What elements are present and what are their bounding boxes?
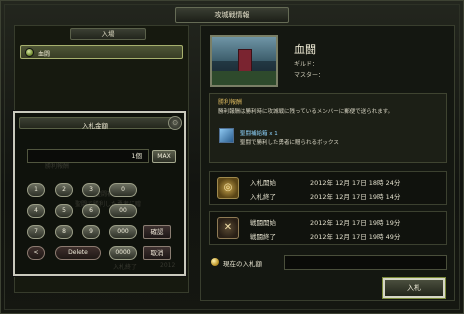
bid-amount-input[interactable]: 1個 [27, 149, 149, 163]
bid-start-label: 入札開始 [250, 179, 276, 187]
reward-item-desc: 聖闘で勝利した勇者に贈られるボックス [240, 140, 339, 146]
ghost-text: 入札終了 [113, 264, 138, 271]
entry-tab[interactable]: 入場 [70, 28, 146, 40]
gold-coin-icon [211, 258, 219, 266]
battle-schedule: ✕ 戦闘開始 2012年 12月 17日 19時 19分 戦闘終了 2012年 … [209, 211, 447, 245]
bid-dialog-header: 入札金額 ○ [19, 116, 182, 130]
reward-title: 勝利報酬 [218, 99, 243, 106]
guild-label: ギルド： [294, 61, 319, 68]
cancel-button[interactable]: 取消 [143, 246, 171, 260]
master-label: マスター： [294, 72, 325, 79]
confirm-button[interactable]: 確認 [143, 225, 171, 239]
bid-start-value: 2012年 12月 17日 18時 24分 [310, 179, 401, 187]
key-0[interactable]: 0 [109, 183, 137, 197]
key-8[interactable]: 8 [55, 225, 73, 239]
battle-end-value: 2012年 12月 17日 19時 49分 [310, 233, 401, 241]
key-5[interactable]: 5 [55, 204, 73, 218]
max-button[interactable]: MAX [152, 150, 176, 163]
window-frame: 攻城戦情報 入場 血闘 入札金額 ○ 勝利報酬 聖闘補給箱 x 1 聖闘で勝利し… [0, 0, 464, 314]
key-3[interactable]: 3 [82, 183, 100, 197]
gem-icon [25, 48, 34, 57]
delete-key[interactable]: Delete [55, 246, 101, 260]
bid-submit-button[interactable]: 入札 [383, 278, 445, 298]
current-bid-label: 現在の入札額 [223, 260, 262, 268]
castle-name: 血闘 [294, 43, 316, 56]
castle-info-panel: 血闘 ギルド： マスター： 勝利報酬 勝利報酬は勝利時に攻城戦に残っているメンバ… [200, 25, 455, 301]
battle-start-label: 戦闘開始 [250, 219, 276, 227]
coin-icon: ◎ [217, 177, 239, 199]
bid-end-value: 2012年 12月 17日 19時 14分 [310, 193, 401, 201]
key-0000[interactable]: 0000 [109, 246, 137, 260]
close-icon[interactable]: ○ [168, 116, 182, 130]
key-2[interactable]: 2 [55, 183, 73, 197]
bid-dialog-title: 入札金額 [82, 122, 108, 130]
key-000[interactable]: 000 [109, 225, 137, 239]
bid-end-label: 入札終了 [250, 193, 276, 201]
bid-schedule: ◎ 入札開始 2012年 12月 17日 18時 24分 入札終了 2012年 … [209, 171, 447, 205]
key-1[interactable]: 1 [27, 183, 45, 197]
reward-description: 勝利報酬は勝利時に攻城戦に残っているメンバーに郵便で送られます。 [218, 109, 394, 115]
supply-box-icon[interactable] [219, 128, 234, 143]
thumbnail-ground [212, 71, 276, 85]
battle-start-value: 2012年 12月 17日 19時 19分 [310, 219, 401, 227]
crossed-swords-icon: ✕ [217, 217, 239, 239]
reward-item-name: 聖闘補給箱 x 1 [240, 131, 278, 137]
current-bid-row: 現在の入札額 [209, 254, 447, 272]
entry-list-item[interactable]: 血闘 [20, 45, 183, 59]
bid-amount-dialog: 入札金額 ○ 勝利報酬 聖闘補給箱 x 1 聖闘で勝利した勇者に贈 入札終了 2… [13, 111, 186, 276]
key-00[interactable]: 00 [109, 204, 137, 218]
key-6[interactable]: 6 [82, 204, 100, 218]
key-4[interactable]: 4 [27, 204, 45, 218]
window-title: 攻城戦情報 [175, 7, 289, 23]
backspace-key[interactable]: < [27, 246, 45, 260]
key-7[interactable]: 7 [27, 225, 45, 239]
ghost-text: 2012 [160, 262, 176, 269]
battle-end-label: 戦闘終了 [250, 233, 276, 241]
castle-thumbnail [210, 35, 278, 87]
key-9[interactable]: 9 [82, 225, 100, 239]
reward-section: 勝利報酬 勝利報酬は勝利時に攻城戦に残っているメンバーに郵便で送られます。 聖闘… [209, 93, 447, 163]
entry-label: 血闘 [38, 51, 51, 58]
current-bid-field [284, 255, 447, 270]
